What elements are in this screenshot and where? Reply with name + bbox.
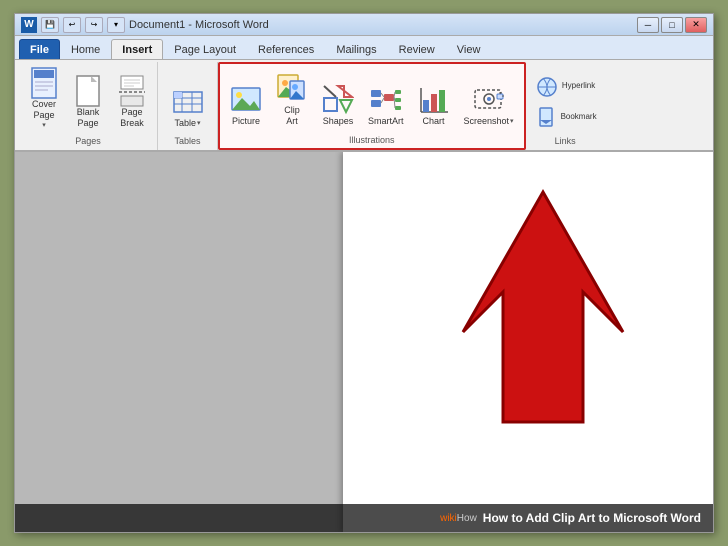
wikihow-logo: wikiHow: [440, 513, 477, 524]
window-title: Document1 - Microsoft Word: [129, 19, 269, 31]
tables-group-items: Table ▾: [166, 64, 210, 134]
pages-group: CoverPage ▾ BlankPage: [19, 62, 158, 150]
screenshot-icon: [473, 84, 505, 116]
screenshot-button[interactable]: Screenshot ▾: [458, 80, 520, 131]
minimize-button[interactable]: ─: [637, 17, 659, 33]
chart-button[interactable]: Chart: [412, 80, 456, 131]
blank-page-button[interactable]: BlankPage: [67, 72, 109, 132]
shapes-label: Shapes: [323, 116, 354, 127]
cover-page-button[interactable]: CoverPage ▾: [23, 64, 65, 132]
blank-page-icon: [72, 75, 104, 107]
redo-qat-button[interactable]: ↪: [85, 17, 103, 33]
tab-page-layout[interactable]: Page Layout: [163, 39, 247, 59]
close-button[interactable]: ✕: [685, 17, 707, 33]
page-break-button[interactable]: PageBreak: [111, 72, 153, 132]
title-bar-controls: ─ □ ✕: [637, 17, 707, 33]
cover-page-chevron: ▾: [42, 121, 46, 129]
word-window: W 💾 ↩ ↪ ▾ Document1 - Microsoft Word ─ □…: [14, 13, 714, 533]
page-break-label: PageBreak: [120, 107, 144, 129]
undo-qat-button[interactable]: ↩: [63, 17, 81, 33]
picture-button[interactable]: Picture: [224, 80, 268, 131]
table-button[interactable]: Table ▾: [166, 83, 210, 132]
links-group-items: Hyperlink Bookmark: [530, 64, 601, 134]
document-area: wikiHow How to Add Clip Art to Microsoft…: [15, 152, 713, 532]
red-arrow-cursor: [443, 172, 663, 452]
tab-references[interactable]: References: [247, 39, 325, 59]
table-label: Table: [174, 118, 196, 129]
bookmark-icon: [534, 106, 558, 130]
tab-view[interactable]: View: [446, 39, 492, 59]
bookmark-button[interactable]: Bookmark: [530, 104, 601, 132]
smart-art-icon: [370, 84, 402, 116]
illustrations-group-items: Picture ClipArt: [224, 65, 520, 133]
tab-review[interactable]: Review: [388, 39, 446, 59]
shapes-icon: [322, 84, 354, 116]
clip-art-icon: [276, 73, 308, 105]
hyperlink-icon: [535, 75, 559, 99]
smart-art-button[interactable]: SmartArt: [362, 80, 410, 131]
smart-art-label: SmartArt: [368, 116, 404, 127]
picture-label: Picture: [232, 116, 260, 127]
links-group-label: Links: [555, 134, 576, 148]
illustrations-group: Picture ClipArt: [218, 62, 526, 150]
screenshot-label: Screenshot: [464, 116, 510, 127]
chart-icon: [418, 84, 450, 116]
page-break-icon: [116, 75, 148, 107]
tables-group-label: Tables: [174, 134, 200, 148]
blank-page-label: BlankPage: [77, 107, 100, 129]
hyperlink-button[interactable]: Hyperlink: [530, 73, 601, 101]
table-icon: [172, 86, 204, 118]
restore-button[interactable]: □: [661, 17, 683, 33]
cover-page-icon: [28, 67, 60, 99]
hyperlink-label: Hyperlink: [562, 82, 595, 91]
ribbon-tab-bar: File Home Insert Page Layout References …: [15, 36, 713, 60]
pages-group-label: Pages: [75, 134, 101, 148]
picture-icon: [230, 84, 262, 116]
title-bar-left: W 💾 ↩ ↪ ▾ Document1 - Microsoft Word: [21, 17, 633, 33]
shapes-button[interactable]: Shapes: [316, 80, 360, 131]
ribbon: CoverPage ▾ BlankPage: [15, 60, 713, 152]
wikihow-title: How to Add Clip Art to Microsoft Word: [483, 511, 701, 525]
title-bar: W 💾 ↩ ↪ ▾ Document1 - Microsoft Word ─ □…: [15, 14, 713, 36]
customize-qat-button[interactable]: ▾: [107, 17, 125, 33]
table-chevron: ▾: [197, 119, 201, 127]
tab-insert[interactable]: Insert: [111, 39, 163, 59]
tab-file[interactable]: File: [19, 39, 60, 59]
cover-page-label: CoverPage: [32, 99, 56, 121]
links-group: Hyperlink Bookmark: [526, 62, 605, 150]
tab-mailings[interactable]: Mailings: [325, 39, 387, 59]
clip-art-button[interactable]: ClipArt: [270, 69, 314, 131]
screenshot-chevron: ▾: [510, 117, 514, 125]
illustrations-group-label: Illustrations: [349, 133, 395, 147]
pages-group-items: CoverPage ▾ BlankPage: [23, 64, 153, 134]
wikihow-bar: wikiHow How to Add Clip Art to Microsoft…: [15, 504, 713, 532]
chart-label: Chart: [423, 116, 445, 127]
tables-group: Table ▾ Tables: [158, 62, 218, 150]
bookmark-label: Bookmark: [561, 113, 597, 122]
tab-home[interactable]: Home: [60, 39, 111, 59]
save-qat-button[interactable]: 💾: [41, 17, 59, 33]
clip-art-label: ClipArt: [284, 105, 300, 127]
word-icon: W: [21, 17, 37, 33]
